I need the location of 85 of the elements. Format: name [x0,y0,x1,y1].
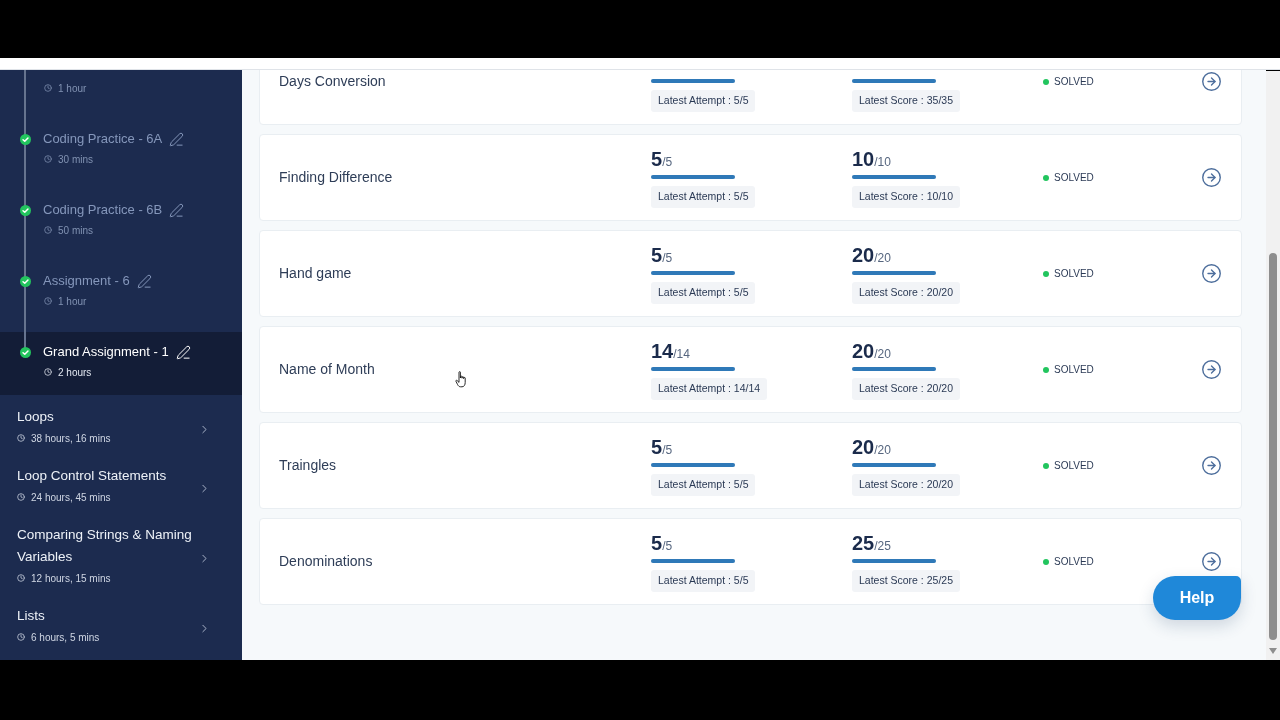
scroll-down-arrow-icon[interactable] [1269,648,1277,654]
latest-attempt-label: Latest Attempt : 5/5 [651,569,756,592]
score-total: /10 [874,154,891,171]
module-title: Loops [17,408,55,426]
lesson-duration: 2 hours [58,365,92,380]
latest-attempt-label: Latest Attempt : 5/5 [651,281,756,304]
module-duration: 38 hours, 16 mins [31,431,111,446]
problem-name: Name of Month [279,360,375,379]
lesson-title: Coding Practice - 6A [43,130,163,149]
score-value: 25 [852,531,875,554]
module-item[interactable]: Lists 6 hours, 5 mins [0,594,242,653]
attempt-total: /14 [673,346,690,363]
clock-icon [17,574,25,582]
problem-name: Traingles [279,456,337,475]
lesson-title: Coding Practice - 6B [43,201,163,220]
module-title: Lists [17,607,46,625]
latest-attempt-label: Latest Attempt : 14/14 [651,377,768,400]
module-duration: 6 hours, 5 mins [31,630,100,645]
problem-name: Denominations [279,552,373,571]
latest-score-label: Latest Score : 35/35 [852,89,960,112]
status-label: SOLVED [1054,555,1094,569]
score-total: /20 [874,250,891,267]
score-total: /25 [874,538,891,555]
latest-score-label: Latest Score : 20/20 [852,377,960,400]
score-total: /20 [874,346,891,363]
problem-name: Days Conversion [279,72,386,91]
score-value: 20 [852,243,875,266]
lesson-duration: 1 hour [58,81,87,96]
status-label: SOLVED [1054,363,1094,377]
latest-attempt-label: Latest Attempt : 5/5 [651,185,756,208]
arrow-right-circle-icon[interactable] [1201,359,1222,380]
scrollbar-thumb[interactable] [1269,253,1277,640]
arrow-right-circle-icon[interactable] [1201,455,1222,476]
attempt-value: 5 [651,531,663,554]
arrow-right-circle-icon[interactable] [1201,71,1222,92]
arrow-right-circle-icon[interactable] [1201,263,1222,284]
latest-attempt-label: Latest Attempt : 5/5 [651,89,756,112]
arrow-right-circle-icon[interactable] [1201,167,1222,188]
attempt-value: 5 [651,147,663,170]
module-title: Loop Control Statements [17,467,168,485]
attempt-total: /5 [662,538,673,555]
lesson-item[interactable]: Grand Assignment - 1 2 hours [0,332,242,395]
attempt-total: /5 [662,154,673,171]
clock-icon [44,226,52,234]
status-label: SOLVED [1054,459,1094,473]
attempt-total: /5 [662,250,673,267]
attempt-value: 5 [651,243,663,266]
status-label: SOLVED [1054,267,1094,281]
clock-icon [44,368,52,376]
attempt-total: /5 [662,442,673,459]
latest-attempt-label: Latest Attempt : 5/5 [651,473,756,496]
module-item[interactable]: Loop Control Statements 24 hours, 45 mins [0,454,242,513]
help-button[interactable]: Help [1153,576,1241,620]
status-label: SOLVED [1054,171,1094,185]
score-value: 10 [852,147,875,170]
module-item[interactable]: Comparing Strings & Naming Variables 12 hours, 15 mins [0,513,242,594]
problem-name: Finding Difference [279,168,393,187]
module-duration: 12 hours, 15 mins [31,571,111,586]
clock-icon [17,633,25,641]
score-value: 20 [852,339,875,362]
clock-icon [44,84,52,92]
latest-score-label: Latest Score : 20/20 [852,473,960,496]
problem-name: Hand game [279,264,352,283]
lesson-title: Grand Assignment - 1 [43,343,169,362]
lesson-duration: 30 mins [58,152,93,167]
clock-icon [44,297,52,305]
latest-score-label: Latest Score : 10/10 [852,185,960,208]
module-duration: 24 hours, 45 mins [31,490,111,505]
hand-cursor-icon [455,371,468,388]
clock-icon [44,155,52,163]
latest-score-label: Latest Score : 25/25 [852,569,960,592]
score-value: 20 [852,435,875,458]
status-label: SOLVED [1054,75,1094,89]
clock-icon [17,434,25,442]
lesson-duration: 50 mins [58,223,93,238]
lesson-duration: 1 hour [58,294,87,309]
latest-score-label: Latest Score : 20/20 [852,281,960,304]
score-total: /20 [874,442,891,459]
arrow-right-circle-icon[interactable] [1201,551,1222,572]
attempt-value: 14 [651,339,674,362]
attempt-value: 5 [651,435,663,458]
lesson-title: Assignment - 6 [43,272,130,291]
module-item[interactable]: Loops 38 hours, 16 mins [0,395,242,454]
clock-icon [17,493,25,501]
module-title: Comparing Strings & Naming Variables [17,526,193,566]
